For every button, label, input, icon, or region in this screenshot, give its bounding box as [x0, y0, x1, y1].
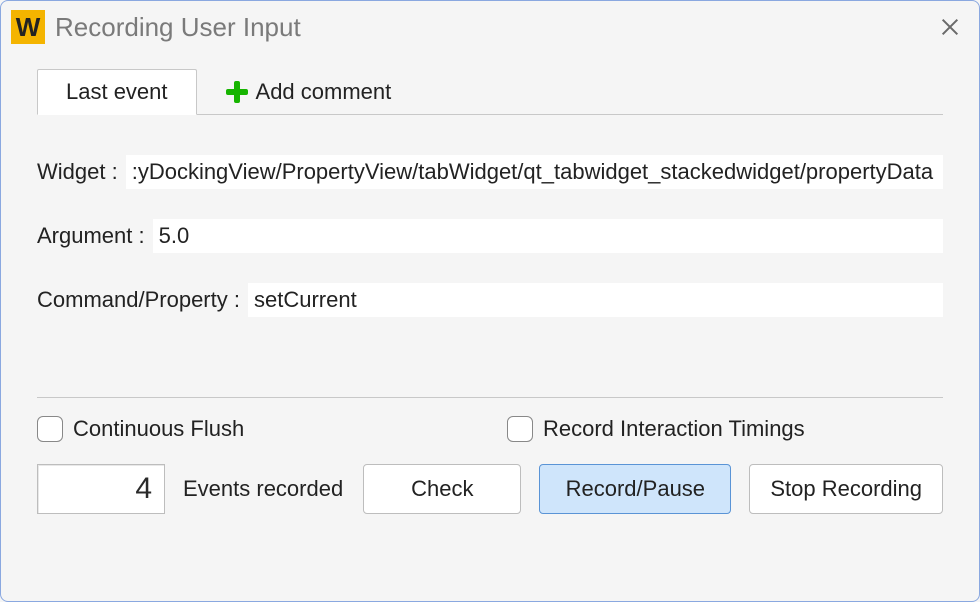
dialog-content: Last event Add comment Widget : Argument…: [1, 53, 979, 514]
events-counter-label: Events recorded: [183, 476, 343, 502]
close-icon[interactable]: [933, 10, 967, 44]
stop-recording-button[interactable]: Stop Recording: [749, 464, 943, 514]
counter-value: 4: [135, 472, 154, 506]
tab-bar: Last event Add comment: [37, 63, 943, 115]
tab-last-event[interactable]: Last event: [37, 69, 197, 115]
field-command-row: Command/Property :: [37, 283, 943, 317]
divider: [37, 397, 943, 398]
field-widget-row: Widget :: [37, 155, 943, 189]
button-label: Check: [411, 476, 473, 502]
titlebar: W Recording User Input: [1, 1, 979, 53]
checkbox-icon: [37, 416, 63, 442]
button-label: Stop Recording: [770, 476, 922, 502]
tab-label: Last event: [66, 79, 168, 105]
checkbox-label: Continuous Flush: [73, 416, 244, 442]
checkbox-icon: [507, 416, 533, 442]
checkbox-label: Record Interaction Timings: [543, 416, 805, 442]
record-interaction-timings-checkbox[interactable]: Record Interaction Timings: [507, 416, 805, 442]
window-title: Recording User Input: [55, 12, 301, 43]
command-input[interactable]: [248, 283, 943, 317]
options-row: Continuous Flush Record Interaction Timi…: [37, 416, 943, 442]
plus-icon: [226, 81, 248, 103]
events-counter: 4: [37, 464, 165, 514]
record-pause-button[interactable]: Record/Pause: [539, 464, 731, 514]
argument-label: Argument :: [37, 223, 145, 249]
form-area: Widget : Argument : Command/Property :: [37, 115, 943, 357]
tab-add-comment[interactable]: Add comment: [197, 68, 421, 114]
tab-label: Add comment: [256, 79, 392, 105]
widget-input[interactable]: [126, 155, 943, 189]
app-icon: W: [11, 10, 45, 44]
command-label: Command/Property :: [37, 287, 240, 313]
footer-row: 4 Events recorded Check Record/Pause Sto…: [37, 464, 943, 514]
continuous-flush-checkbox[interactable]: Continuous Flush: [37, 416, 507, 442]
button-label: Record/Pause: [566, 476, 705, 502]
argument-input[interactable]: [153, 219, 943, 253]
widget-label: Widget :: [37, 159, 118, 185]
check-button[interactable]: Check: [363, 464, 521, 514]
field-argument-row: Argument :: [37, 219, 943, 253]
